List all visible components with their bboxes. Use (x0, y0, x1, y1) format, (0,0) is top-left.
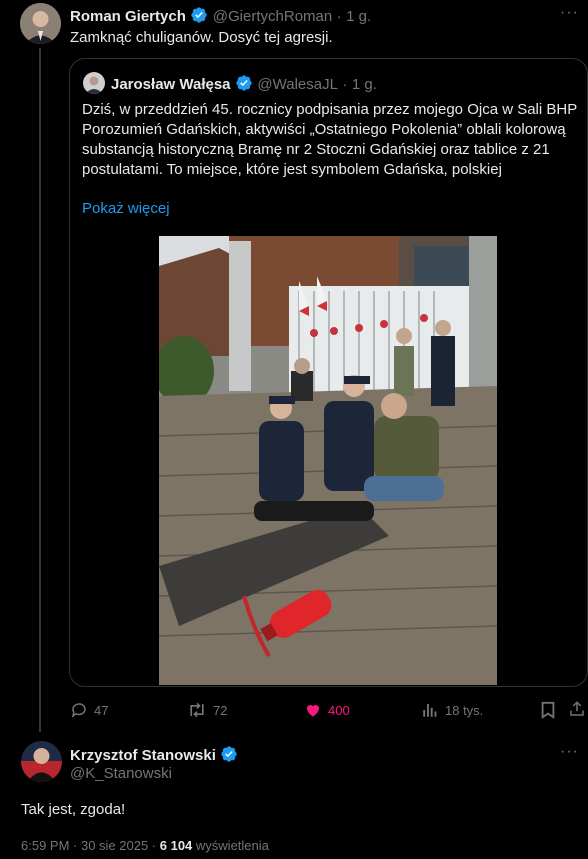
main-handle[interactable]: @K_Stanowski (70, 765, 172, 782)
parent-text: Zamknąć chuliganów. Dosyć tej agresji. (70, 29, 333, 46)
separator-dot: · (336, 8, 342, 25)
parent-handle[interactable]: @GiertychRoman (213, 8, 332, 25)
parent-more-icon[interactable]: ··· (560, 4, 579, 22)
quoted-avatar[interactable] (83, 72, 105, 94)
main-text: Tak jest, zgoda! (21, 801, 126, 818)
main-timestamp[interactable]: 6:59 PM · 30 sie 2025 · (21, 838, 160, 853)
main-timestamp-row: 6:59 PM · 30 sie 2025 · 6 104 wyświetlen… (21, 838, 269, 853)
quoted-text: Dziś, w przeddzień 45. rocznicy podpisan… (82, 101, 577, 178)
like-count: 400 (328, 702, 350, 718)
quoted-header: Jarosław Wałęsa @WalesaJL · 1 g. (111, 74, 377, 97)
parent-time[interactable]: 1 g. (346, 8, 371, 25)
thread-line (39, 48, 41, 732)
verified-badge-icon (190, 6, 208, 29)
quoted-handle[interactable]: @WalesaJL (257, 76, 338, 93)
bookmark-icon[interactable] (540, 701, 556, 719)
like-button[interactable]: 400 (304, 701, 350, 719)
share-icon[interactable] (568, 700, 586, 718)
repost-icon (187, 701, 207, 719)
views-count: 18 tys. (445, 702, 484, 718)
verified-badge-icon (235, 74, 253, 97)
parent-author-name[interactable]: Roman Giertych (70, 8, 186, 25)
main-avatar[interactable] (21, 741, 62, 782)
separator-dot: · (342, 76, 348, 93)
quoted-time[interactable]: 1 g. (352, 76, 377, 93)
main-views-count: 6 104 (159, 838, 193, 853)
views-button[interactable]: 18 tys. (421, 701, 483, 719)
reply-button[interactable]: 47 (70, 701, 108, 719)
main-author-name[interactable]: Krzysztof Stanowski (70, 747, 216, 764)
show-more-link[interactable]: Pokaż więcej (82, 200, 170, 217)
reply-count: 47 (94, 702, 109, 718)
main-more-icon[interactable]: ··· (560, 743, 579, 761)
quoted-author-name[interactable]: Jarosław Wałęsa (111, 76, 231, 93)
parent-avatar[interactable] (20, 3, 61, 44)
views-icon (421, 701, 439, 719)
like-icon (304, 701, 322, 719)
parent-header: Roman Giertych @GiertychRoman · 1 g. (70, 6, 371, 29)
verified-badge-icon (220, 745, 238, 768)
quoted-photo[interactable] (159, 236, 497, 685)
repost-count: 72 (213, 702, 228, 718)
reply-icon (70, 701, 88, 719)
repost-button[interactable]: 72 (187, 701, 227, 719)
main-views-label: wyświetlenia (192, 838, 269, 853)
